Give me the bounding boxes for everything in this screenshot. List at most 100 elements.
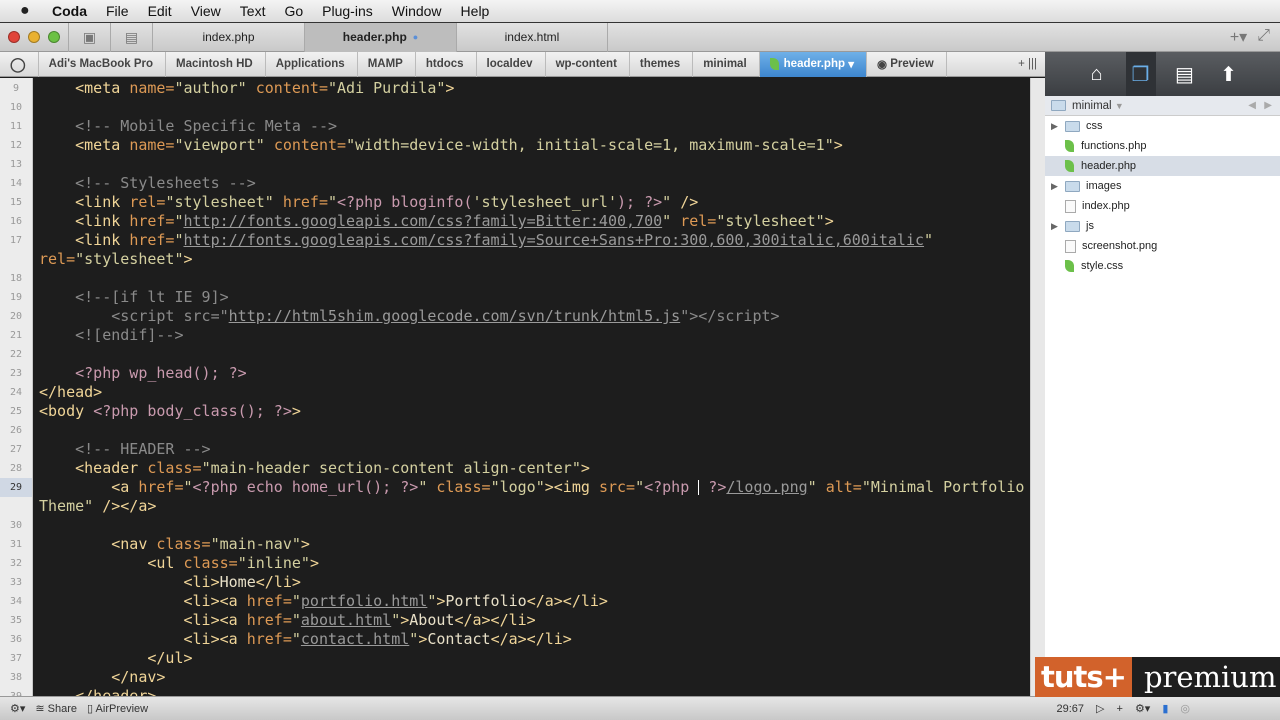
sidebar-toggle-icon[interactable]: ▤	[110, 22, 152, 52]
code-line: <li>Home</li>	[39, 573, 301, 592]
php-file-icon	[769, 58, 779, 70]
tab-label: index.php	[202, 30, 255, 44]
code-token: 'stylesheet_url'	[472, 193, 618, 211]
code-token: href=	[282, 193, 328, 211]
code-token: </a></li>	[490, 630, 572, 648]
crumb-item[interactable]: Adi's MacBook Pro	[39, 51, 167, 77]
code-token: <link	[75, 231, 130, 249]
menu-view[interactable]: View	[191, 3, 221, 19]
code-token: "	[291, 611, 301, 629]
tab-index-html[interactable]: index.html	[456, 22, 608, 52]
preview-button[interactable]: ◉ Preview	[867, 51, 947, 77]
device-icon[interactable]: ▮	[1162, 702, 1168, 715]
code-token: <?php	[644, 478, 699, 496]
crumb-item[interactable]: MAMP	[358, 51, 416, 77]
chevron-down-icon: ▼	[1114, 100, 1124, 111]
document-outline-icon[interactable]: ▤	[1170, 59, 1200, 89]
code-token: name=	[129, 136, 175, 154]
tab-header-php[interactable]: header.php ●	[304, 22, 456, 52]
zoom-window-button[interactable]	[48, 31, 60, 43]
disclosure-triangle-icon[interactable]: ▶	[1051, 221, 1065, 232]
code-token[interactable]: portfolio.html	[301, 592, 427, 610]
crumb-current-file[interactable]: header.php ▾	[759, 51, 867, 77]
close-window-button[interactable]	[8, 31, 20, 43]
code-token: ); ?>	[617, 193, 663, 211]
editor-scrollbar[interactable]	[1030, 78, 1045, 696]
fullscreen-icon[interactable]: ⤢	[1257, 27, 1270, 47]
new-tab-icon[interactable]: +▾	[1230, 27, 1247, 47]
file-item[interactable]: style.css	[1045, 256, 1280, 276]
code-token[interactable]: /logo.png	[726, 478, 807, 496]
code-token: >	[291, 402, 301, 420]
share-button[interactable]: ≊ Share	[35, 702, 77, 715]
line-number: 14	[9, 178, 23, 189]
menu-window[interactable]: Window	[392, 3, 442, 19]
file-item[interactable]: ▶ css	[1045, 116, 1280, 136]
file-item[interactable]: functions.php	[1045, 136, 1280, 156]
code-token: "logo"	[490, 478, 545, 496]
code-token: "main-nav"	[210, 535, 301, 553]
tab-bar: ▣ ▤ index.php header.php ● index.html +▾ ⤢	[0, 22, 1280, 52]
menu-help[interactable]: Help	[461, 3, 490, 19]
crumb-item[interactable]: Macintosh HD	[166, 51, 266, 77]
play-icon[interactable]: ▷	[1096, 702, 1104, 715]
sites-view-icon[interactable]: ▣	[68, 22, 110, 52]
crumb-item[interactable]: Applications	[266, 51, 358, 77]
file-item[interactable]: index.php	[1045, 196, 1280, 216]
crumb-item[interactable]: localdev	[477, 51, 546, 77]
folder-selector[interactable]: minimal ▼ ◀ ▶	[1045, 96, 1280, 116]
globe-icon[interactable]: ◎	[1180, 702, 1190, 715]
menu-edit[interactable]: Edit	[148, 3, 172, 19]
line-number: 25	[9, 406, 23, 417]
crumb-item[interactable]: themes	[630, 51, 694, 77]
menu-app[interactable]: Coda	[52, 3, 87, 19]
code-token[interactable]: contact.html	[301, 630, 409, 648]
minimize-window-button[interactable]	[28, 31, 40, 43]
code-line: </nav>	[39, 668, 165, 687]
editor-gear-icon[interactable]: ⚙▾	[1135, 702, 1150, 715]
code-token[interactable]: about.html	[301, 611, 391, 629]
crumb-item[interactable]: wp-content	[546, 51, 630, 77]
tab-index-php[interactable]: index.php	[152, 22, 304, 52]
code-editor[interactable]: <meta name="author" content="Adi Purdila…	[33, 78, 1030, 696]
file-item[interactable]: ▶ images	[1045, 176, 1280, 196]
apple-menu-icon[interactable]: ●	[20, 3, 40, 19]
home-icon[interactable]: ⌂	[1082, 59, 1112, 89]
files-icon[interactable]: ❐	[1125, 52, 1156, 96]
code-token: content=	[255, 79, 328, 97]
code-token: "	[662, 212, 681, 230]
file-item[interactable]: header.php	[1045, 156, 1280, 176]
add-icon[interactable]: +	[1117, 703, 1123, 715]
crumb-item[interactable]: htdocs	[416, 51, 477, 77]
menu-bar: ● Coda File Edit View Text Go Plug-ins W…	[0, 0, 1280, 22]
code-token: "	[174, 212, 184, 230]
code-token: "	[418, 478, 437, 496]
disclosure-triangle-icon[interactable]: ▶	[1051, 121, 1065, 132]
code-line: </header>	[39, 687, 156, 696]
publish-arrow-icon[interactable]: ⬆	[1214, 59, 1244, 89]
file-item[interactable]: ▶ js	[1045, 216, 1280, 236]
crumb-item[interactable]: minimal	[693, 51, 760, 77]
code-token[interactable]: http://fonts.googleapis.com/css?family=B…	[184, 212, 663, 230]
code-token[interactable]: http://fonts.googleapis.com/css?family=S…	[184, 231, 925, 249]
airpreview-label: AirPreview	[95, 703, 149, 715]
back-forward-icon[interactable]: ◀ ▶	[1248, 100, 1272, 111]
disclosure-triangle-icon[interactable]: ▶	[1051, 181, 1065, 192]
file-item[interactable]: screenshot.png	[1045, 236, 1280, 256]
code-token[interactable]: http://html5shim.googlecode.com/svn/trun…	[229, 307, 681, 325]
menu-go[interactable]: Go	[284, 3, 303, 19]
path-bar-menu-icon[interactable]: ◯	[0, 51, 39, 77]
settings-gear-icon[interactable]: ⚙▾	[10, 702, 25, 715]
menu-plugins[interactable]: Plug-ins	[322, 3, 373, 19]
code-token: href=	[138, 478, 184, 496]
menu-file[interactable]: File	[106, 3, 129, 19]
line-number: 13	[9, 159, 23, 170]
code-token: <body	[39, 402, 94, 420]
airpreview-button[interactable]: ▯ AirPreview	[87, 702, 148, 715]
menu-text[interactable]: Text	[240, 3, 266, 19]
split-editor-icon[interactable]: + |||	[1018, 58, 1045, 70]
